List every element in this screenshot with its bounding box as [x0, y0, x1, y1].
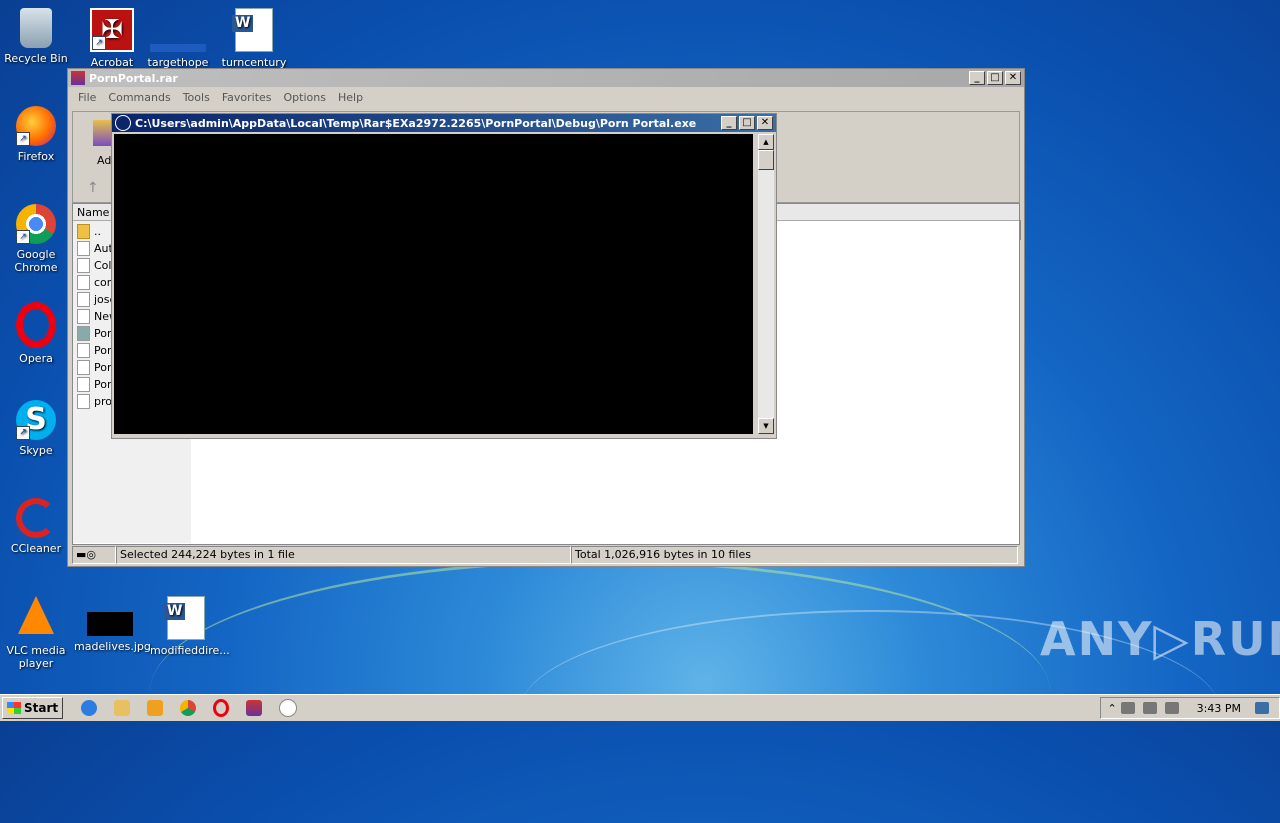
- file-icon: [77, 343, 90, 358]
- scroll-thumb[interactable]: [758, 150, 774, 170]
- console-output[interactable]: [114, 134, 753, 434]
- ie-icon[interactable]: [81, 700, 98, 716]
- vertical-scrollbar[interactable]: ▲ ▼: [758, 134, 774, 434]
- console-title: C:\Users\admin\AppData\Local\Temp\Rar$EX…: [135, 116, 697, 130]
- windows-logo-icon: [7, 702, 21, 714]
- shortcut-arrow-icon: ↗: [16, 426, 30, 440]
- system-tray: ⌃ 3:43 PM: [1100, 697, 1280, 719]
- desktop-icon-targethope[interactable]: targethope: [142, 8, 214, 69]
- list-item[interactable]: Col: [77, 257, 111, 274]
- desktop-icon-turncentury[interactable]: W turncentury: [218, 8, 290, 69]
- up-folder-icon[interactable]: ↑: [87, 180, 99, 196]
- desktop-icon-firefox[interactable]: ↗ Firefox: [0, 106, 72, 163]
- media-player-icon[interactable]: [147, 700, 164, 716]
- network-icon[interactable]: [1142, 702, 1157, 714]
- list-item[interactable]: Por: [77, 376, 112, 393]
- start-button[interactable]: Start: [2, 697, 64, 719]
- list-item[interactable]: pro: [77, 393, 112, 410]
- scroll-up-icon[interactable]: ▲: [758, 134, 774, 150]
- desktop-icon-madelives[interactable]: madelives.jpg: [74, 596, 151, 653]
- file-icon: [77, 309, 90, 324]
- desktop-icon-ccleaner[interactable]: CCleaner: [0, 498, 72, 555]
- list-item[interactable]: Por: [77, 342, 112, 359]
- status-total: Total 1,026,916 bytes in 10 files: [571, 546, 1018, 564]
- menu-options[interactable]: Options: [278, 91, 332, 104]
- file-icon: [77, 258, 90, 273]
- action-center-flag-icon[interactable]: [1120, 702, 1135, 714]
- show-desktop-icon[interactable]: [1255, 702, 1269, 714]
- menu-file[interactable]: File: [72, 91, 102, 104]
- word-document-icon: W: [232, 8, 273, 52]
- close-button[interactable]: ✕: [757, 116, 773, 130]
- firefox-icon: ↗: [16, 106, 56, 146]
- desktop-icon-skype[interactable]: S ↗ Skype: [0, 400, 72, 457]
- file-icon: [77, 377, 90, 392]
- file-icon: [77, 292, 90, 307]
- shortcut-arrow-icon: ↗: [16, 230, 30, 244]
- recycle-bin-icon: [20, 8, 52, 48]
- skype-icon: S ↗: [16, 400, 56, 440]
- vlc-icon: [18, 596, 54, 634]
- menu-tools[interactable]: Tools: [177, 91, 216, 104]
- minimize-button[interactable]: _: [969, 71, 985, 85]
- menu-bar: File Commands Tools Favorites Options He…: [68, 87, 1024, 107]
- list-item[interactable]: Por: [77, 359, 112, 376]
- console-app-icon: [115, 115, 131, 131]
- status-bar: ▬◎ Selected 244,224 bytes in 1 file Tota…: [72, 546, 1018, 564]
- acrobat-icon: ✠ ↗: [90, 8, 134, 52]
- shortcut-arrow-icon: ↗: [16, 132, 30, 146]
- file-icon: [150, 44, 206, 52]
- chevron-up-icon[interactable]: ⌃: [1107, 702, 1116, 715]
- drive-icon[interactable]: ▬◎: [72, 546, 116, 564]
- window-title: PornPortal.rar: [89, 71, 178, 85]
- desktop-icon-recycle-bin[interactable]: Recycle Bin: [0, 8, 72, 65]
- maximize-button[interactable]: □: [739, 116, 755, 130]
- file-icon: [77, 241, 90, 256]
- column-name[interactable]: Name: [77, 206, 109, 219]
- desktop-icon-acrobat[interactable]: ✠ ↗ Acrobat: [76, 8, 148, 69]
- close-button[interactable]: ✕: [1005, 71, 1021, 85]
- opera-icon[interactable]: [213, 699, 230, 717]
- desktop-icon-chrome[interactable]: ↗ Google Chrome: [0, 204, 72, 274]
- winrar-app-icon: [71, 71, 85, 85]
- add-button-label[interactable]: Ad: [97, 154, 111, 167]
- list-item[interactable]: ..: [77, 223, 101, 240]
- winrar-titlebar[interactable]: PornPortal.rar _ □ ✕: [68, 69, 1024, 87]
- chrome-icon[interactable]: [180, 700, 197, 716]
- console-titlebar[interactable]: C:\Users\admin\AppData\Local\Temp\Rar$EX…: [112, 114, 776, 132]
- file-icon: [77, 360, 90, 375]
- console-app-icon[interactable]: [279, 699, 298, 717]
- volume-icon[interactable]: [1164, 702, 1179, 714]
- menu-favorites[interactable]: Favorites: [216, 91, 278, 104]
- shortcut-arrow-icon: ↗: [92, 36, 106, 50]
- watermark: ANY▷RUN: [1040, 612, 1280, 666]
- menu-help[interactable]: Help: [332, 91, 369, 104]
- minimize-button[interactable]: _: [721, 116, 737, 130]
- clock[interactable]: 3:43 PM: [1197, 702, 1241, 715]
- taskbar: Start ⌃ 3:43 PM: [0, 694, 1280, 721]
- status-selected: Selected 244,224 bytes in 1 file: [116, 546, 571, 564]
- scroll-down-icon[interactable]: ▼: [758, 418, 774, 434]
- opera-icon: [16, 302, 56, 348]
- desktop-icon-modifieddire[interactable]: W modifieddire...: [150, 596, 230, 657]
- exe-file-icon: [77, 326, 90, 341]
- file-icon: [77, 275, 90, 290]
- list-item[interactable]: Por: [77, 325, 112, 342]
- word-document-icon: W: [164, 596, 205, 640]
- image-file-icon: [87, 612, 133, 636]
- list-item[interactable]: Aut: [77, 240, 113, 257]
- winrar-icon[interactable]: [246, 700, 263, 716]
- explorer-icon[interactable]: [114, 700, 131, 716]
- desktop-icon-opera[interactable]: Opera: [0, 302, 72, 365]
- file-icon: [77, 394, 90, 409]
- maximize-button[interactable]: □: [987, 71, 1003, 85]
- desktop-icon-vlc[interactable]: VLC media player: [0, 596, 72, 670]
- chrome-icon: ↗: [16, 204, 56, 244]
- console-window[interactable]: C:\Users\admin\AppData\Local\Temp\Rar$EX…: [111, 113, 777, 439]
- ccleaner-icon: [16, 498, 56, 538]
- wallpaper-swoosh: [150, 560, 1050, 823]
- folder-up-icon: [77, 224, 90, 239]
- menu-commands[interactable]: Commands: [102, 91, 176, 104]
